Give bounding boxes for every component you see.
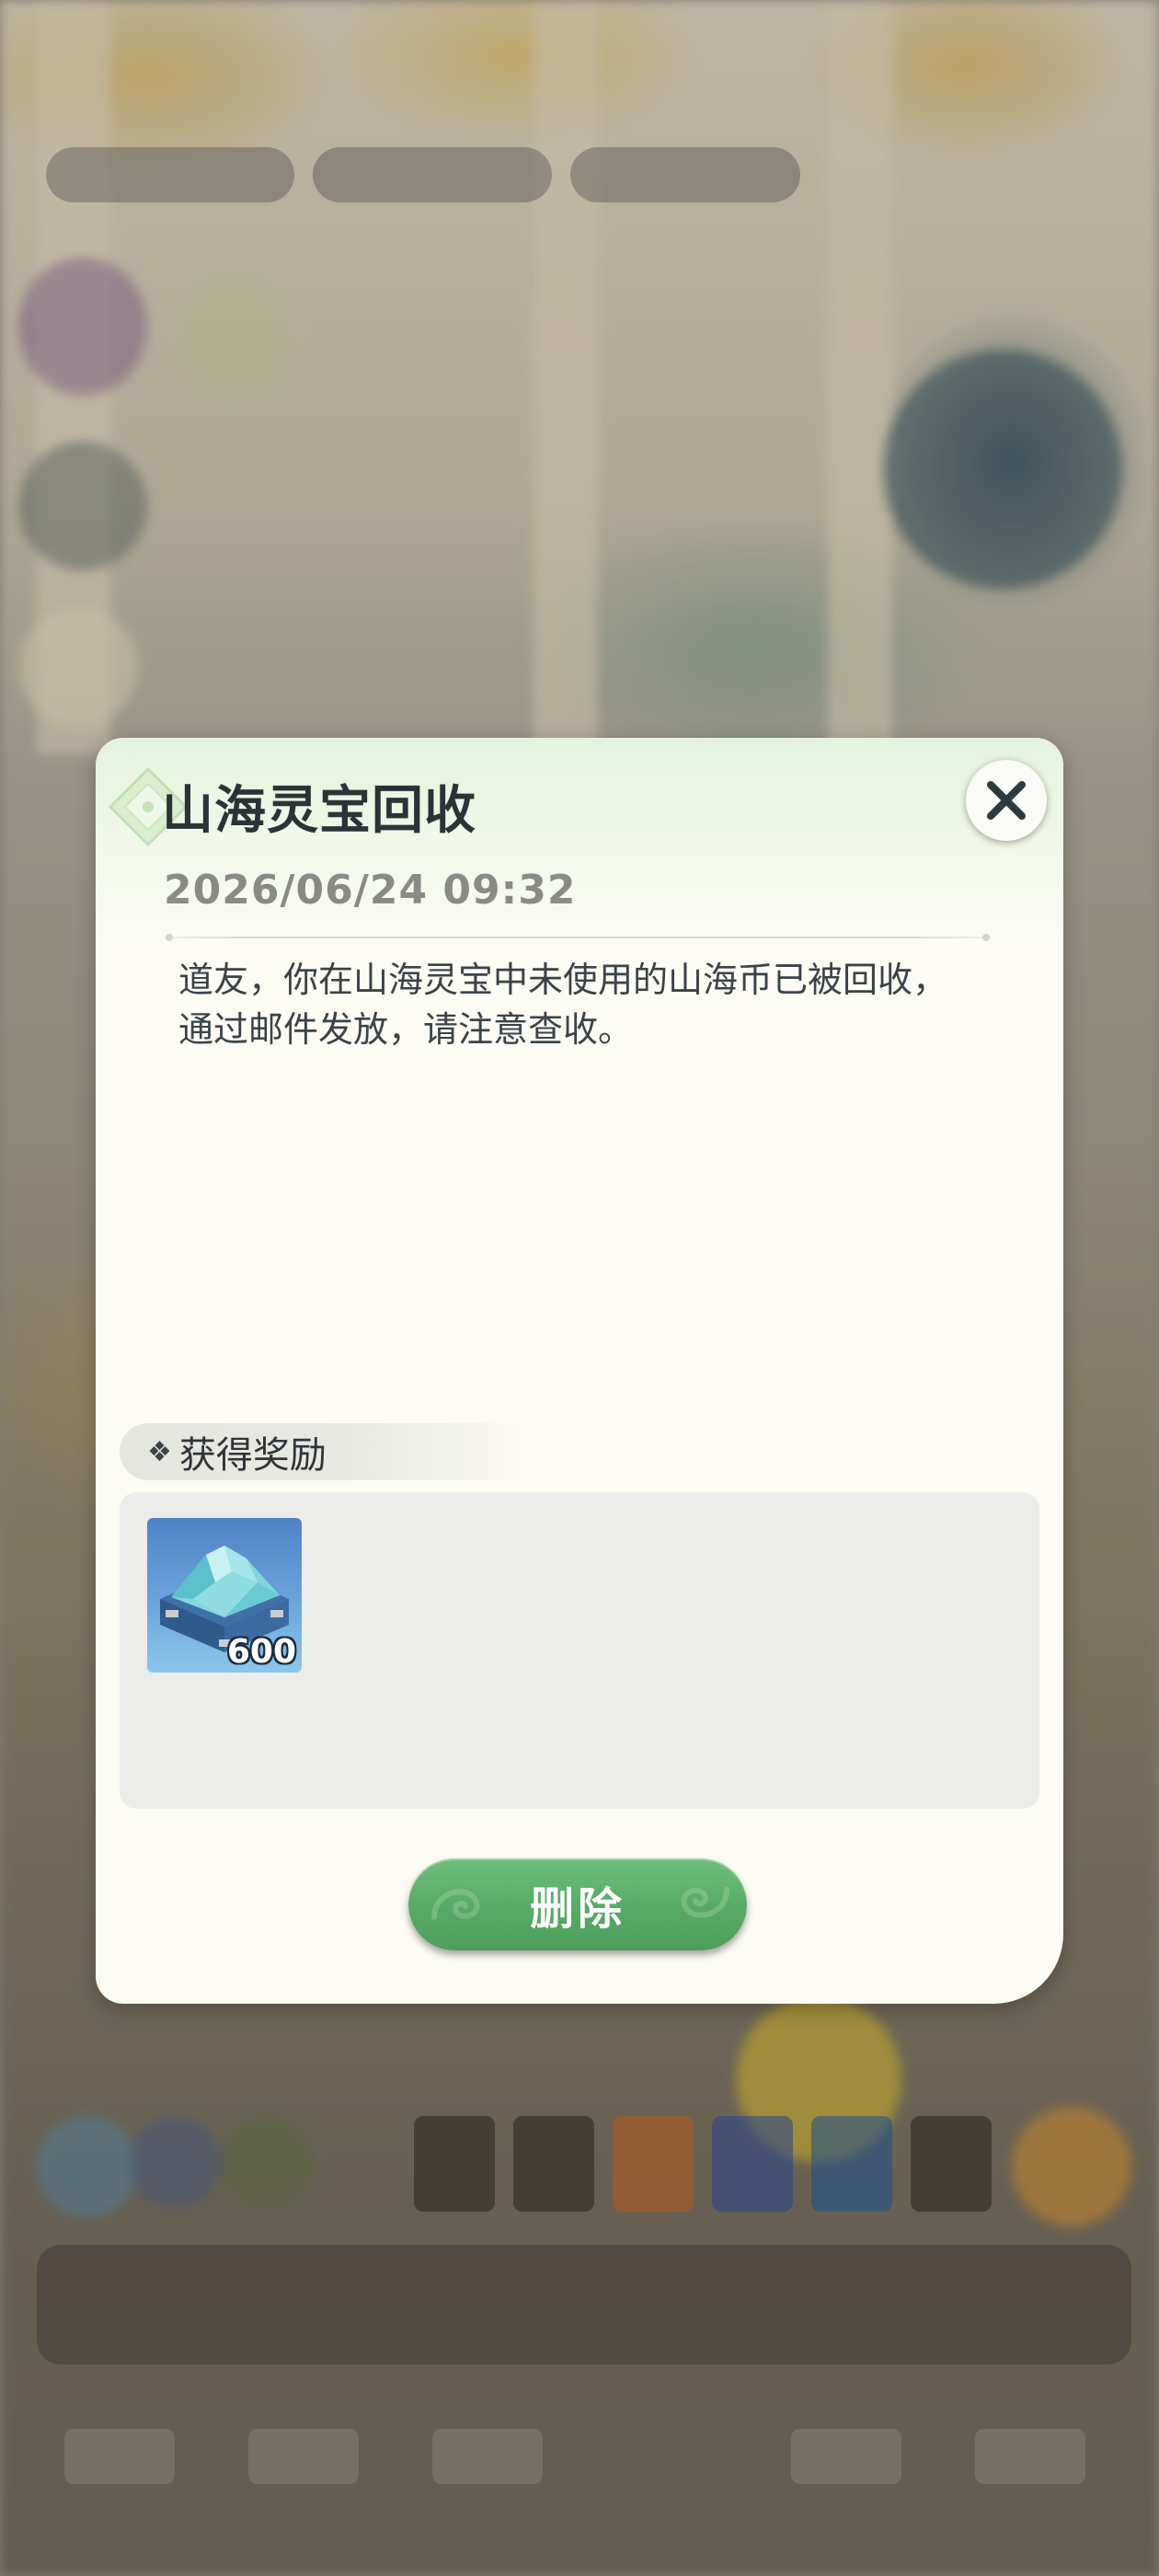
skill-slot — [414, 2116, 495, 2212]
mail-date: 2026/06/24 09:32 — [164, 867, 577, 914]
skill-slot — [513, 2116, 594, 2212]
bottom-nav-item — [248, 2429, 359, 2484]
bottom-nav-item — [432, 2429, 543, 2484]
delete-button-label: 删除 — [529, 1883, 625, 1935]
swirl-decoration-icon — [681, 1887, 729, 1918]
message-line: 通过邮件发放，请注意查收。 — [178, 1009, 634, 1050]
delete-button[interactable]: 删除 — [408, 1858, 747, 1950]
hud-currency-bar — [313, 147, 552, 202]
bottom-nav-item — [64, 2429, 175, 2484]
rewards-title: 获得奖励 — [178, 1434, 327, 1477]
hud-player-bar — [46, 147, 294, 202]
skill-slot — [613, 2116, 694, 2212]
close-button[interactable] — [966, 760, 1047, 841]
rewards-panel: 600 — [120, 1492, 1039, 1809]
hud-currency-bar-2 — [570, 147, 800, 202]
chat-box — [37, 2245, 1131, 2364]
message-line: 道友，你在山海灵宝中未使用的山海币已被回收， — [178, 960, 948, 1000]
skill-slot — [911, 2116, 992, 2212]
skill-slot — [712, 2116, 793, 2212]
skill-slot — [811, 2116, 892, 2212]
reward-quantity: 600 — [226, 1633, 296, 1671]
diamond-sparkle-icon: ❖ — [147, 1435, 172, 1468]
dialog-title: 山海灵宝回收 — [162, 781, 476, 841]
divider — [164, 934, 992, 941]
swirl-decoration-icon — [431, 1889, 480, 1920]
rewards-header: ❖ 获得奖励 — [120, 1423, 543, 1480]
bottom-nav-item — [975, 2429, 1085, 2484]
mail-message: 道友，你在山海灵宝中未使用的山海币已被回收， 通过邮件发放，请注意查收。 — [178, 955, 1006, 1054]
reward-item[interactable]: 600 — [147, 1518, 302, 1673]
mail-dialog: 山海灵宝回收 2026/06/24 09:32 道友，你在山海灵宝中未使用的山海… — [96, 738, 1063, 2004]
close-icon — [987, 781, 1026, 820]
bottom-nav-item — [791, 2429, 901, 2484]
